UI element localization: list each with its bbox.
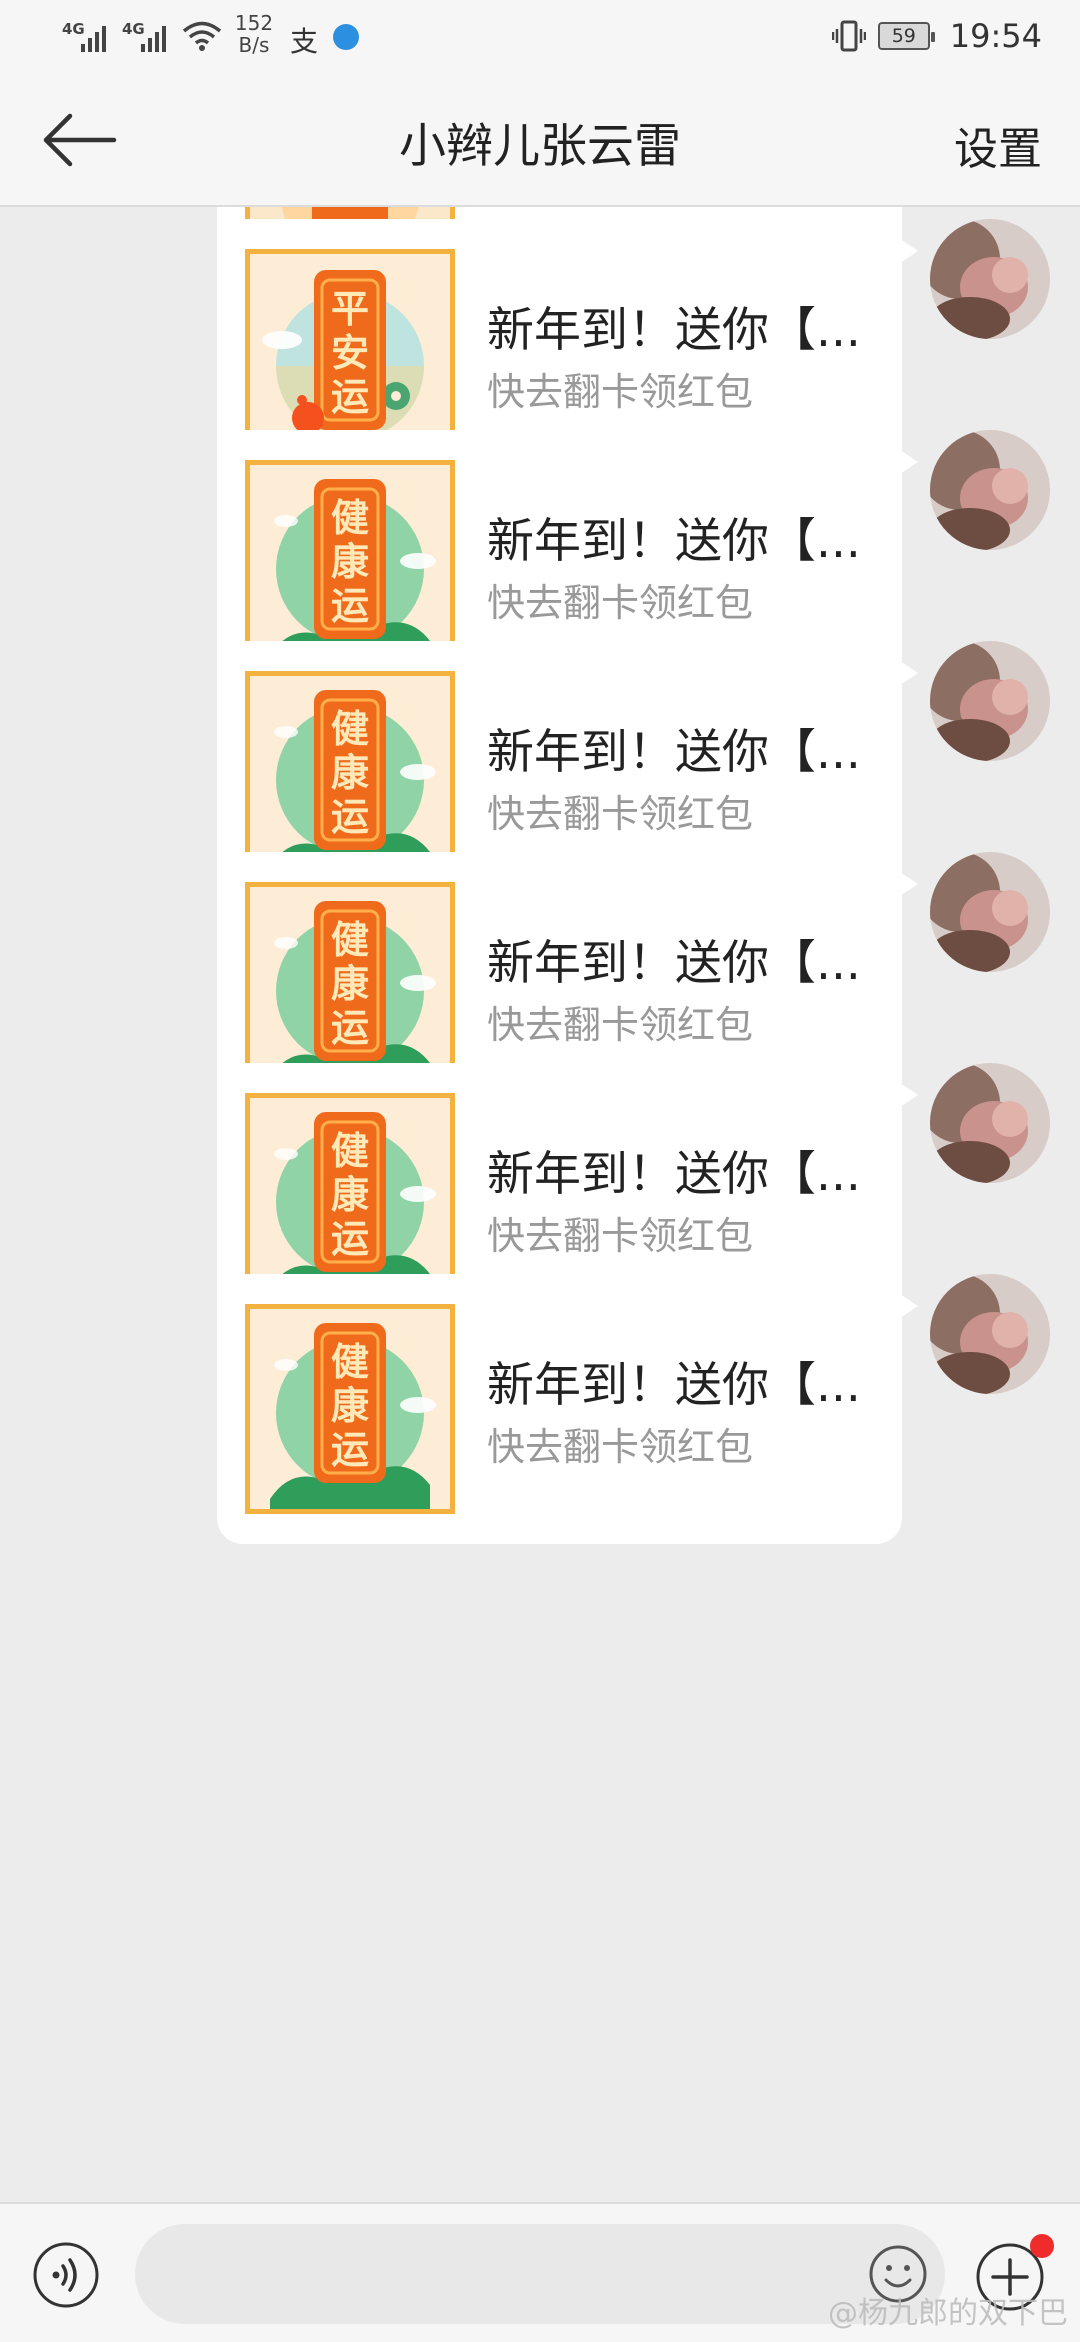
message-title: 新年到！送你【... bbox=[487, 1358, 861, 1413]
avatar[interactable] bbox=[930, 1063, 1050, 1183]
input-bar: @杨九郎的双下巴 bbox=[0, 2202, 1080, 2342]
message-title: 新年到！送你【... bbox=[487, 1147, 861, 1202]
message-title: 新年到！送你【... bbox=[487, 725, 861, 780]
card-char: 运 bbox=[331, 795, 369, 839]
status-right: 59 19:54 bbox=[831, 14, 1042, 58]
fortune-card-thumbnail: 健 康 运 bbox=[245, 1304, 455, 1514]
fortune-card-thumbnail: 健 康 运 bbox=[245, 460, 455, 670]
app-icon bbox=[333, 24, 359, 50]
message-title: 新年到！送你【... bbox=[487, 303, 861, 358]
wifi-icon bbox=[182, 21, 222, 51]
avatar[interactable] bbox=[930, 430, 1050, 550]
alipay-icon: 支 bbox=[290, 25, 319, 58]
fortune-card-thumbnail: 健 康 运 bbox=[245, 1093, 455, 1303]
card-char: 健 bbox=[331, 1129, 369, 1173]
avatar[interactable] bbox=[930, 641, 1050, 761]
battery-icon: 59 bbox=[877, 22, 935, 50]
card-char: 运 bbox=[331, 375, 369, 419]
card-char: 健 bbox=[331, 918, 369, 962]
settings-button[interactable]: 设置 bbox=[954, 113, 1042, 177]
net-speed: 152 B/s bbox=[232, 12, 276, 56]
card-char: 康 bbox=[331, 751, 369, 795]
avatar[interactable] bbox=[930, 852, 1050, 972]
card-char: 运 bbox=[331, 584, 369, 628]
page-title: 小辫儿张云雷 bbox=[399, 119, 681, 174]
message-input[interactable] bbox=[135, 2224, 945, 2324]
avatar[interactable] bbox=[930, 219, 1050, 339]
card-char: 康 bbox=[331, 540, 369, 584]
message-subtitle: 快去翻卡领红包 bbox=[487, 1003, 754, 1047]
message-subtitle: 快去翻卡领红包 bbox=[487, 370, 754, 414]
clock: 19:54 bbox=[949, 17, 1042, 55]
message-bubble[interactable]: 健 康 运 新年到！送你【... 快去翻卡领红包 bbox=[217, 1274, 918, 1544]
card-char: 健 bbox=[331, 1340, 369, 1384]
message-subtitle: 快去翻卡领红包 bbox=[487, 1214, 754, 1258]
fortune-card-thumbnail: 平 安 运 bbox=[245, 249, 455, 459]
avatar[interactable] bbox=[930, 1274, 1050, 1394]
battery-level: 59 bbox=[891, 25, 916, 47]
message-subtitle: 快去翻卡领红包 bbox=[487, 581, 754, 625]
status-bar: 4G 4G 152 B/s 支 59 19:54 bbox=[0, 0, 1080, 75]
chat-list[interactable]: 平 安 运 新年到！送你【... 快去翻卡领红包 健 康 运 新年到！送你【..… bbox=[0, 207, 1080, 2202]
card-char: 健 bbox=[331, 496, 369, 540]
card-char: 运 bbox=[331, 1428, 369, 1472]
card-char: 健 bbox=[331, 707, 369, 751]
message-subtitle: 快去翻卡领红包 bbox=[487, 1425, 754, 1469]
card-char: 平 bbox=[331, 287, 369, 331]
card-char: 康 bbox=[331, 1173, 369, 1217]
notification-dot bbox=[1030, 2234, 1054, 2258]
message-title: 新年到！送你【... bbox=[487, 514, 861, 569]
watermark: @杨九郎的双下巴 bbox=[828, 2296, 1068, 2331]
fortune-card-thumbnail: 健 康 运 bbox=[245, 882, 455, 1092]
card-char: 安 bbox=[331, 331, 369, 375]
fortune-card-thumbnail: 健 康 运 bbox=[245, 671, 455, 881]
net-speed-value: 152 bbox=[234, 11, 274, 35]
voice-icon[interactable] bbox=[32, 2241, 100, 2309]
card-char: 康 bbox=[331, 962, 369, 1006]
message-subtitle: 快去翻卡领红包 bbox=[487, 792, 754, 836]
card-char: 运 bbox=[331, 1006, 369, 1050]
card-char: 康 bbox=[331, 1384, 369, 1428]
vibrate-icon bbox=[831, 20, 866, 52]
chat-header: 小辫儿张云雷 设置 bbox=[0, 75, 1080, 207]
card-char: 运 bbox=[331, 1217, 369, 1261]
message-title: 新年到！送你【... bbox=[487, 936, 861, 991]
net-speed-unit: B/s bbox=[238, 33, 270, 57]
